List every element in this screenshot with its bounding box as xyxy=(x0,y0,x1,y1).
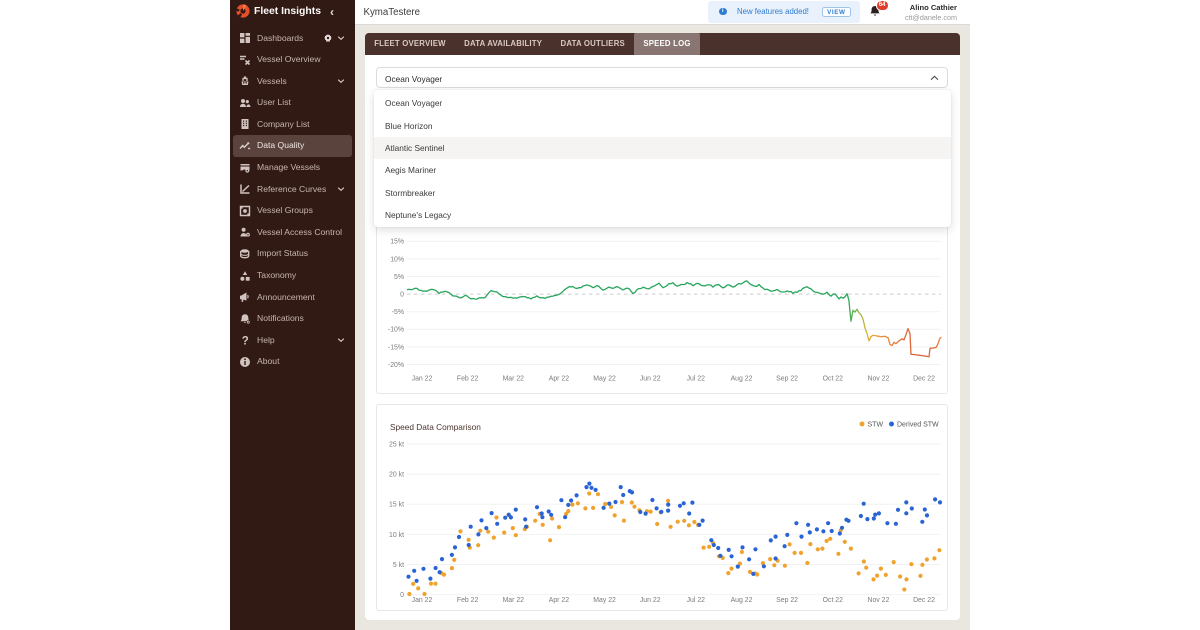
svg-text:15%: 15% xyxy=(390,239,404,246)
svg-text:0: 0 xyxy=(400,292,404,299)
svg-text:Sep 22: Sep 22 xyxy=(776,597,798,604)
svg-text:Jul 22: Jul 22 xyxy=(687,376,706,383)
svg-text:5 kt: 5 kt xyxy=(393,562,404,569)
svg-text:Dec 22: Dec 22 xyxy=(913,376,935,383)
svg-text:Derived STW: Derived STW xyxy=(897,422,939,429)
svg-text:Sep 22: Sep 22 xyxy=(776,376,798,383)
svg-text:-15%: -15% xyxy=(388,344,404,351)
svg-text:Mar 22: Mar 22 xyxy=(503,376,525,383)
svg-text:STW: STW xyxy=(868,422,884,429)
svg-text:Jan 22: Jan 22 xyxy=(412,597,433,604)
svg-text:Jun 22: Jun 22 xyxy=(640,376,661,383)
svg-text:-20%: -20% xyxy=(388,362,404,369)
svg-text:5%: 5% xyxy=(394,274,404,281)
svg-text:Feb 22: Feb 22 xyxy=(457,597,479,604)
svg-text:Apr 22: Apr 22 xyxy=(549,376,569,383)
svg-text:-5%: -5% xyxy=(392,309,404,316)
svg-text:Speed Data Comparison: Speed Data Comparison xyxy=(390,422,481,432)
svg-text:Nov 22: Nov 22 xyxy=(867,597,889,604)
svg-text:Dec 22: Dec 22 xyxy=(913,597,935,604)
svg-text:Apr 22: Apr 22 xyxy=(549,597,569,604)
svg-text:Aug 22: Aug 22 xyxy=(731,376,753,383)
svg-text:0: 0 xyxy=(400,592,404,599)
svg-text:Jun 22: Jun 22 xyxy=(640,597,661,604)
svg-text:25 kt: 25 kt xyxy=(389,442,404,449)
svg-text:10%: 10% xyxy=(390,256,404,263)
svg-text:Feb 22: Feb 22 xyxy=(457,376,479,383)
svg-text:Oct 22: Oct 22 xyxy=(823,597,843,604)
svg-text:-10%: -10% xyxy=(388,327,404,334)
svg-text:?: ? xyxy=(242,336,249,347)
svg-text:May 22: May 22 xyxy=(593,376,616,383)
svg-text:May 22: May 22 xyxy=(593,597,616,604)
svg-text:10 kt: 10 kt xyxy=(389,532,404,539)
svg-text:Jul 22: Jul 22 xyxy=(687,597,706,604)
svg-text:Nov 22: Nov 22 xyxy=(867,376,889,383)
svg-text:Oct 22: Oct 22 xyxy=(823,376,843,383)
svg-text:Aug 22: Aug 22 xyxy=(731,597,753,604)
svg-text:20 kt: 20 kt xyxy=(389,472,404,479)
svg-text:Mar 22: Mar 22 xyxy=(503,597,525,604)
svg-text:15 kt: 15 kt xyxy=(389,502,404,509)
svg-text:Jan 22: Jan 22 xyxy=(412,376,433,383)
